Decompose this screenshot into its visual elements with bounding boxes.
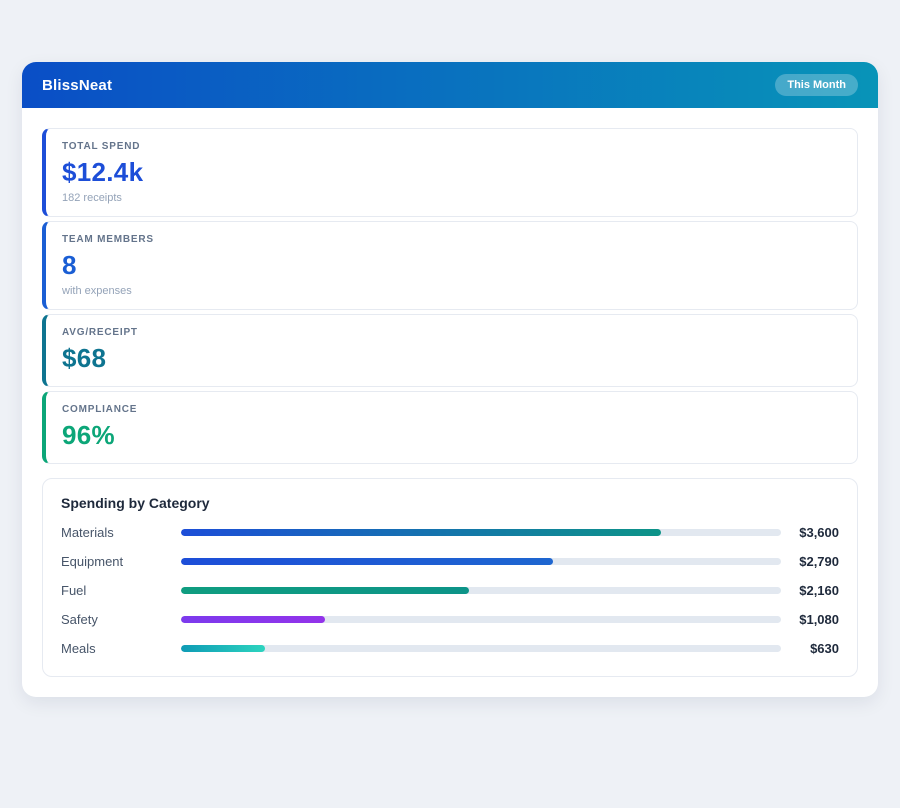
bar-value: $3,600: [799, 525, 839, 540]
stat-card-avg-receipt: AVG/RECEIPT $68: [42, 314, 858, 387]
bar-row-equipment: Equipment $2,790: [61, 554, 839, 569]
stat-label: TEAM MEMBERS: [62, 234, 154, 245]
bar-track: [181, 558, 781, 565]
stat-label: TOTAL SPEND: [62, 141, 141, 152]
bar-row-safety: Safety $1,080: [61, 612, 839, 627]
stat-value: $12.4k: [62, 157, 144, 187]
stat-label: AVG/RECEIPT: [62, 327, 138, 338]
bar-label: Equipment: [61, 554, 124, 569]
bar-row-meals: Meals $630: [61, 641, 839, 656]
bar-row-fuel: Fuel $2,160: [61, 583, 839, 598]
stat-card-team-members: TEAM MEMBERS 8 with expenses: [42, 221, 858, 310]
stat-subtext: 182 receipts: [62, 192, 122, 204]
bar-value: $1,080: [799, 612, 839, 627]
stat-value: $68: [62, 343, 107, 373]
dashboard-body: TOTAL SPEND $12.4k 182 receipts TEAM MEM…: [22, 108, 878, 697]
app-header: BlissNeat This Month: [22, 62, 878, 108]
month-filter-badge[interactable]: This Month: [775, 74, 858, 96]
spending-by-category-chart: Spending by Category Materials $3,600 Eq…: [42, 478, 858, 677]
stat-value: 8: [62, 250, 77, 280]
bar-row-materials: Materials $3,600: [61, 525, 839, 540]
bar-fill: [181, 616, 325, 623]
bar-fill: [181, 529, 661, 536]
stat-card-total-spend: TOTAL SPEND $12.4k 182 receipts: [42, 128, 858, 217]
bar-label: Safety: [61, 612, 98, 627]
bar-label: Fuel: [61, 583, 87, 598]
app-title: BlissNeat: [42, 76, 113, 94]
stat-subtext: with expenses: [62, 285, 132, 297]
bar-label: Meals: [61, 641, 96, 656]
bar-track: [181, 529, 781, 536]
bar-value: $630: [810, 641, 839, 656]
bar-fill: [181, 587, 469, 594]
bar-fill: [181, 645, 265, 652]
bar-track: [181, 645, 781, 652]
bar-label: Materials: [61, 525, 114, 540]
dashboard-card: BlissNeat This Month TOTAL SPEND $12.4k …: [22, 62, 878, 697]
bar-track: [181, 616, 781, 623]
bar-value: $2,790: [799, 554, 839, 569]
bar-value: $2,160: [799, 583, 839, 598]
stat-label: COMPLIANCE: [62, 404, 138, 415]
stat-card-compliance: COMPLIANCE 96%: [42, 391, 858, 464]
stat-value: 96%: [62, 420, 115, 450]
bar-fill: [181, 558, 553, 565]
bar-track: [181, 587, 781, 594]
chart-title: Spending by Category: [61, 495, 210, 511]
